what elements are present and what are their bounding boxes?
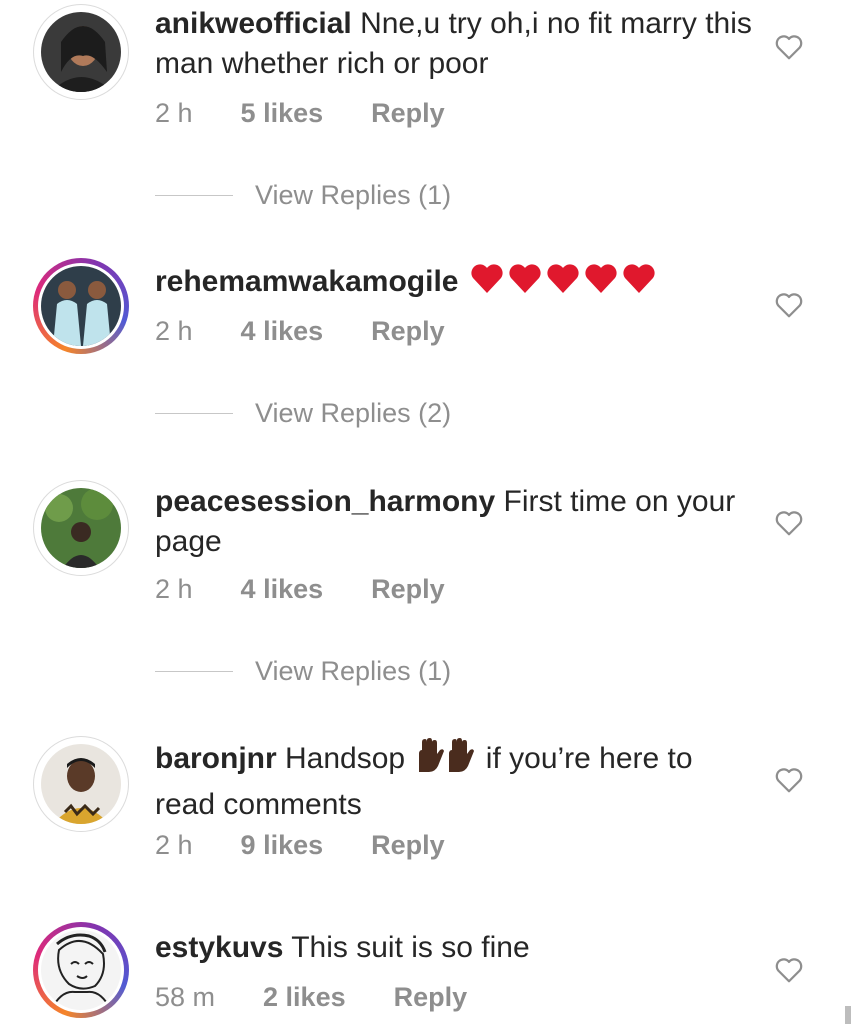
- username[interactable]: peacesession_harmony: [155, 485, 495, 518]
- view-replies-label[interactable]: View Replies (1): [255, 180, 451, 211]
- avatar-image: [41, 488, 121, 568]
- red-heart-emoji-group: [469, 263, 661, 306]
- avatar[interactable]: [33, 480, 129, 576]
- comment-meta: 2 h 4 likes Reply: [155, 574, 493, 605]
- avatar-image: [41, 744, 121, 824]
- username[interactable]: anikweofficial: [155, 7, 352, 40]
- likes-count[interactable]: 4 likes: [241, 316, 324, 347]
- avatar[interactable]: [33, 922, 129, 1018]
- comment-meta: 2 h 5 likes Reply: [155, 98, 493, 129]
- comment-time: 58 m: [155, 982, 216, 1012]
- comment-meta: 2 h 9 likes Reply: [155, 830, 493, 861]
- avatar[interactable]: [33, 258, 129, 354]
- heart-outline-icon[interactable]: [774, 33, 804, 61]
- likes-count[interactable]: 9 likes: [241, 830, 324, 861]
- comment-body: Handsop: [285, 742, 406, 775]
- reply-button[interactable]: Reply: [371, 98, 445, 129]
- reply-button[interactable]: Reply: [371, 830, 445, 861]
- avatar[interactable]: [33, 736, 129, 832]
- comment-meta: 58 m 2 likes Reply: [155, 982, 515, 1013]
- view-replies[interactable]: View Replies (1): [155, 180, 451, 211]
- scrollbar-thumb[interactable]: [845, 1006, 851, 1024]
- replies-divider: [155, 195, 233, 196]
- reply-button[interactable]: Reply: [394, 982, 468, 1013]
- avatar-image: [41, 930, 121, 1010]
- comment-meta: 2 h 4 likes Reply: [155, 316, 493, 347]
- replies-divider: [155, 671, 233, 672]
- avatar-image: [41, 266, 121, 346]
- comment-time: 2 h: [155, 98, 193, 128]
- heart-outline-icon[interactable]: [774, 766, 804, 794]
- comment-text: baronjnr Handsop if you’re here to read …: [155, 738, 755, 825]
- comment-text: anikweofficial Nne,u try oh,i no fit mar…: [155, 4, 755, 84]
- username[interactable]: rehemamwakamogile: [155, 265, 458, 298]
- likes-count[interactable]: 2 likes: [263, 982, 346, 1013]
- reply-button[interactable]: Reply: [371, 316, 445, 347]
- reply-button[interactable]: Reply: [371, 574, 445, 605]
- username[interactable]: estykuvs: [155, 931, 283, 964]
- comment-time: 2 h: [155, 316, 193, 346]
- username[interactable]: baronjnr: [155, 742, 277, 775]
- view-replies[interactable]: View Replies (2): [155, 398, 451, 429]
- replies-divider: [155, 413, 233, 414]
- likes-count[interactable]: 5 likes: [241, 98, 324, 129]
- heart-outline-icon[interactable]: [774, 291, 804, 319]
- view-replies-label[interactable]: View Replies (1): [255, 656, 451, 687]
- comment-text: rehemamwakamogile: [155, 262, 755, 306]
- raised-hand-emoji-group: [413, 738, 477, 785]
- comment-body: This suit is so fine: [291, 931, 530, 964]
- avatar[interactable]: [33, 4, 129, 100]
- heart-outline-icon[interactable]: [774, 956, 804, 984]
- red-heart-icon: [471, 264, 655, 293]
- comment-text: estykuvs This suit is so fine: [155, 928, 755, 968]
- raised-hand-icon: [419, 738, 475, 772]
- avatar-image: [41, 12, 121, 92]
- comment-time: 2 h: [155, 574, 193, 604]
- comment-text: peacesession_harmony First time on your …: [155, 482, 755, 562]
- heart-outline-icon[interactable]: [774, 509, 804, 537]
- likes-count[interactable]: 4 likes: [241, 574, 324, 605]
- comment-time: 2 h: [155, 830, 193, 860]
- view-replies-label[interactable]: View Replies (2): [255, 398, 451, 429]
- view-replies[interactable]: View Replies (1): [155, 656, 451, 687]
